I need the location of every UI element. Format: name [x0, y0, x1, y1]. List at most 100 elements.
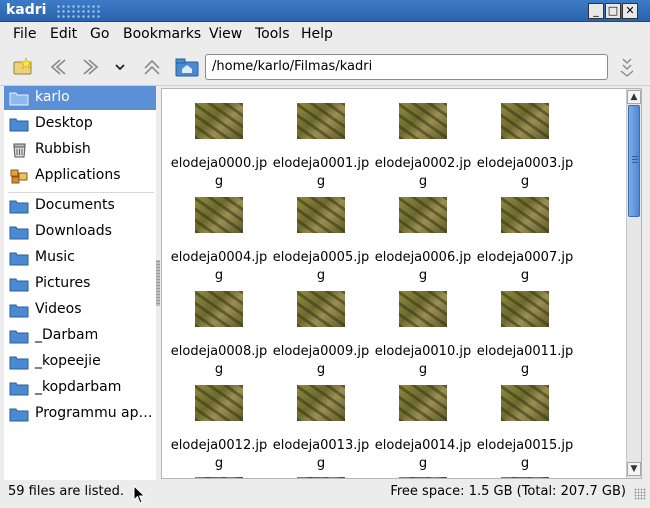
sidebar-item-label: Downloads: [35, 223, 112, 239]
file-name: elodeja0004.jpg: [170, 250, 268, 283]
file-name: elodeja0007.jpg: [476, 250, 574, 283]
title-bar[interactable]: kadri _ □ ✕: [0, 0, 650, 22]
status-bar: 59 files are listed. Free space: 1.5 GB …: [0, 481, 650, 505]
image-thumbnail: [297, 103, 345, 139]
scrollbar-thumb[interactable]: [628, 105, 640, 217]
menu-bar: File Edit Go Bookmarks View Tools Help: [0, 22, 650, 48]
folder-home-icon: [9, 92, 29, 106]
menu-edit[interactable]: Edit: [50, 26, 77, 42]
scroll-down-icon[interactable]: ▼: [627, 462, 641, 476]
forward-icon[interactable]: [80, 57, 102, 77]
image-thumbnail: [297, 385, 345, 421]
file-name: elodeja0009.jpg: [272, 344, 370, 377]
sidebar-item-music[interactable]: Music: [4, 246, 156, 270]
file-item[interactable]: elodeja0012.jpg: [168, 381, 270, 471]
menu-bookmarks[interactable]: Bookmarks: [123, 26, 201, 42]
folder-icon: [9, 278, 29, 292]
sidebar-item-label: Pictures: [35, 275, 91, 291]
minimize-button[interactable]: _: [588, 3, 604, 19]
maximize-button[interactable]: □: [605, 3, 621, 19]
free-space-status: Free space: 1.5 GB (Total: 207.7 GB): [390, 484, 626, 499]
sidebar-item-documents[interactable]: Documents: [4, 194, 156, 218]
sidebar-item-kopdarbam[interactable]: _kopdarbam: [4, 376, 156, 400]
file-name: elodeja0014.jpg: [374, 438, 472, 471]
file-item[interactable]: elodeja0011.jpg: [474, 287, 576, 377]
sidebar-item-programmu[interactable]: Programmu ap…: [4, 402, 156, 426]
sidebar-item-darbam[interactable]: _Darbam: [4, 324, 156, 348]
image-thumbnail: [501, 477, 549, 478]
applications-icon: [10, 169, 28, 184]
folder-icon: [9, 304, 29, 318]
location-input[interactable]: /home/karlo/Filmas/kadri: [205, 54, 608, 80]
file-name: elodeja0015.jpg: [476, 438, 574, 471]
go-icon[interactable]: [616, 57, 638, 77]
file-item[interactable]: elodeja0001.jpg: [270, 99, 372, 189]
home-icon[interactable]: [175, 57, 199, 77]
resize-grip[interactable]: [634, 488, 646, 500]
sidebar-item-desktop[interactable]: Desktop: [4, 112, 156, 136]
menu-file[interactable]: File: [13, 26, 36, 42]
file-item[interactable]: elodeja0003.jpg: [474, 99, 576, 189]
menu-help[interactable]: Help: [301, 26, 333, 42]
image-thumbnail: [195, 103, 243, 139]
sidebar-item-label: _Darbam: [35, 327, 99, 343]
file-name: elodeja0006.jpg: [374, 250, 472, 283]
menu-go[interactable]: Go: [90, 26, 109, 42]
sidebar-item-label: Programmu ap…: [35, 405, 153, 421]
file-item[interactable]: elodeja0010.jpg: [372, 287, 474, 377]
file-item[interactable]: elodeja0002.jpg: [372, 99, 474, 189]
close-button[interactable]: ✕: [622, 3, 638, 19]
back-icon[interactable]: [47, 57, 69, 77]
file-item[interactable]: elodeja0005.jpg: [270, 193, 372, 283]
file-item[interactable]: elodeja0007.jpg: [474, 193, 576, 283]
file-item[interactable]: elodeja0004.jpg: [168, 193, 270, 283]
image-thumbnail: [195, 477, 243, 478]
sidebar-item-label: _kopeejie: [35, 353, 101, 369]
image-thumbnail: [297, 477, 345, 478]
sidebar-separator: [8, 192, 154, 193]
image-thumbnail: [501, 291, 549, 327]
image-thumbnail: [297, 197, 345, 233]
vertical-scrollbar[interactable]: ▲ ▼: [626, 89, 641, 478]
file-item[interactable]: elodeja0006.jpg: [372, 193, 474, 283]
scroll-up-icon[interactable]: ▲: [627, 90, 641, 104]
sidebar-item-karlo[interactable]: karlo: [4, 86, 156, 110]
file-name: elodeja0003.jpg: [476, 156, 574, 189]
sidebar-item-downloads[interactable]: Downloads: [4, 220, 156, 244]
file-name: elodeja0008.jpg: [170, 344, 268, 377]
menu-view[interactable]: View: [209, 26, 242, 42]
file-item[interactable]: elodeja0015.jpg: [474, 381, 576, 471]
up-icon[interactable]: [141, 57, 163, 77]
file-item[interactable]: elodeja0013.jpg: [270, 381, 372, 471]
image-thumbnail: [501, 385, 549, 421]
pane-resize-handle[interactable]: [156, 260, 160, 306]
folder-icon: [9, 200, 29, 214]
file-item[interactable]: elodeja0009.jpg: [270, 287, 372, 377]
file-count-status: 59 files are listed.: [8, 484, 125, 499]
sidebar-item-label: karlo: [35, 89, 70, 105]
file-item[interactable]: elodeja0000.jpg: [168, 99, 270, 189]
file-item[interactable]: elodeja0014.jpg: [372, 381, 474, 471]
sidebar-item-rubbish[interactable]: Rubbish: [4, 138, 156, 162]
sidebar-item-label: Applications: [35, 167, 121, 183]
file-name: elodeja0001.jpg: [272, 156, 370, 189]
sidebar-item-kopeejie[interactable]: _kopeejie: [4, 350, 156, 374]
new-tab-icon[interactable]: [12, 57, 34, 77]
sidebar-item-label: Desktop: [35, 115, 93, 131]
file-view: elodeja0000.jpg elodeja0001.jpg elodeja0…: [161, 88, 642, 479]
image-thumbnail: [195, 197, 243, 233]
file-name: elodeja0005.jpg: [272, 250, 370, 283]
file-name: elodeja0000.jpg: [170, 156, 268, 189]
folder-icon: [9, 252, 29, 266]
sidebar-item-videos[interactable]: Videos: [4, 298, 156, 322]
sidebar-item-applications[interactable]: Applications: [4, 164, 156, 188]
sidebar-item-pictures[interactable]: Pictures: [4, 272, 156, 296]
folder-icon: [9, 382, 29, 396]
trash-icon: [13, 143, 26, 158]
file-item[interactable]: elodeja0008.jpg: [168, 287, 270, 377]
history-dropdown-icon[interactable]: [112, 57, 128, 77]
image-thumbnail: [399, 477, 447, 478]
menu-tools[interactable]: Tools: [255, 26, 290, 42]
sidebar-item-label: Videos: [35, 301, 82, 317]
image-thumbnail: [501, 103, 549, 139]
